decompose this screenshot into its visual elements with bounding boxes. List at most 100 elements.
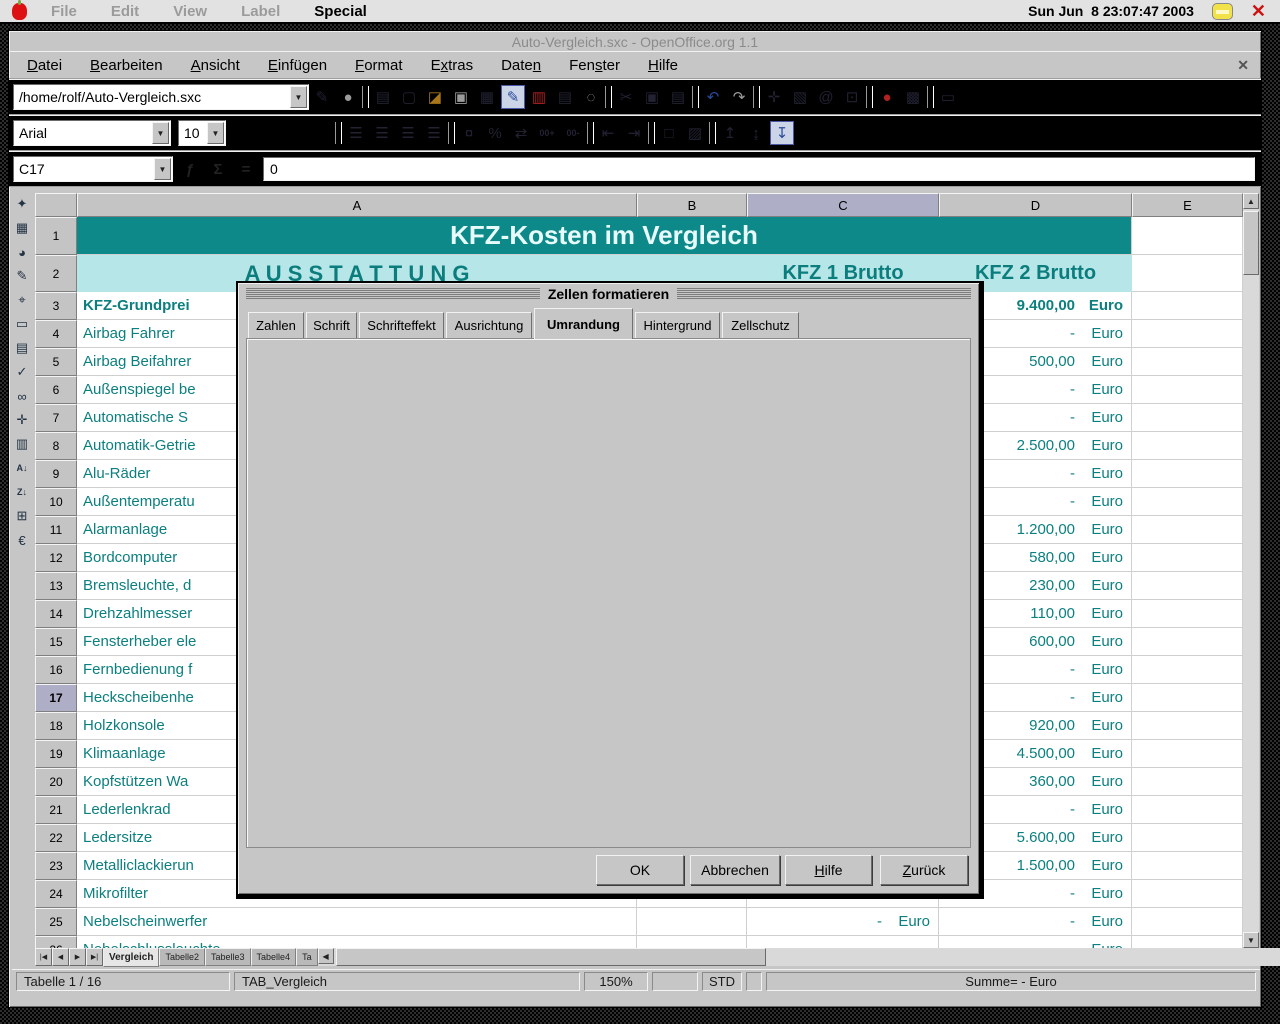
find-icon[interactable]: ∞	[11, 385, 33, 407]
dialog-tab[interactable]: Schrifteffekt	[359, 312, 444, 338]
formula-input[interactable]: 0	[263, 157, 1255, 181]
font-size-select[interactable]: 10 ▼	[178, 120, 226, 146]
autoformat-icon[interactable]: ▤	[11, 337, 33, 359]
align-bottom-icon[interactable]: ↧	[770, 121, 794, 145]
dialog-tab[interactable]: Ausrichtung	[446, 312, 532, 338]
redo-icon[interactable]: ↷	[727, 85, 751, 109]
align-right-icon[interactable]: ☰	[396, 121, 420, 145]
document-close-icon[interactable]: ✕	[1237, 57, 1249, 74]
draw-functions-icon[interactable]: ✎	[11, 265, 33, 287]
insert-cells-icon[interactable]: ▦	[11, 217, 33, 239]
row-header[interactable]: 26	[35, 936, 77, 948]
sheet-tab[interactable]: Tabelle4	[251, 948, 297, 966]
cancel-button[interactable]: Abbrechen	[690, 855, 780, 885]
navigator-icon[interactable]: ✛	[11, 409, 33, 431]
separator[interactable]	[648, 122, 655, 144]
sheet-tab[interactable]: Ta	[296, 948, 318, 966]
row-header[interactable]: 8	[35, 432, 77, 460]
column-header-d[interactable]: D	[939, 193, 1132, 217]
spellcheck-icon[interactable]: ✓	[11, 361, 33, 383]
first-sheet-icon[interactable]: |◀	[35, 948, 52, 966]
cell-e[interactable]	[1132, 320, 1243, 348]
cell-e[interactable]	[1132, 628, 1243, 656]
separator[interactable]	[605, 86, 612, 108]
increase-indent-icon[interactable]: ⇥	[622, 121, 646, 145]
column-header-c[interactable]: C	[747, 193, 939, 217]
mac-menu-item[interactable]: File	[51, 3, 77, 20]
sum-icon[interactable]: Σ	[205, 157, 231, 181]
standard-format-icon[interactable]: ⇄	[509, 121, 533, 145]
row-header[interactable]: 3	[35, 292, 77, 320]
edit-file-icon[interactable]: ✎	[310, 85, 334, 109]
separator[interactable]	[335, 122, 342, 144]
insert-image-icon[interactable]: ▩	[901, 85, 925, 109]
menu-item[interactable]: Hilfe	[648, 57, 678, 74]
cell-e[interactable]	[1132, 600, 1243, 628]
app-switcher-icon[interactable]	[1212, 3, 1233, 20]
next-sheet-icon[interactable]: ▶	[69, 948, 86, 966]
function-autopilot-icon[interactable]: ƒ	[177, 157, 203, 181]
row-header[interactable]: 9	[35, 460, 77, 488]
mac-menu-item[interactable]: Label	[241, 3, 280, 20]
scroll-up-icon[interactable]: ▲	[1243, 193, 1259, 209]
form-controls-icon[interactable]: ⌖	[11, 289, 33, 311]
page-preview-icon[interactable]: ◌	[579, 85, 603, 109]
column-header-b[interactable]: B	[637, 193, 747, 217]
cell-kfz2-value[interactable]: - Euro	[939, 936, 1132, 948]
menu-item[interactable]: Bearbeiten	[90, 57, 163, 74]
stop-loading-icon[interactable]: ●	[336, 85, 360, 109]
insert-object-icon[interactable]: ◕	[11, 241, 33, 263]
separator[interactable]	[709, 122, 716, 144]
scroll-down-icon[interactable]: ▼	[1243, 932, 1259, 948]
dialog-tab[interactable]: Zellschutz	[722, 312, 799, 338]
cell-e[interactable]	[1132, 768, 1243, 796]
sheet-tab[interactable]: Tabelle3	[205, 948, 251, 966]
datapilot-icon[interactable]: ▥	[11, 433, 33, 455]
navigator-icon[interactable]: ✛	[762, 85, 786, 109]
print-icon[interactable]: ▤	[553, 85, 577, 109]
sheet-title-cell[interactable]: KFZ-Kosten im Vergleich	[77, 217, 1132, 255]
mac-menu-item[interactable]: Special	[314, 3, 367, 20]
cell-e[interactable]	[1132, 404, 1243, 432]
cell-equipment[interactable]: Nebelscheinwerfer	[77, 908, 637, 936]
cell-e[interactable]	[1132, 217, 1243, 255]
cell-e[interactable]	[1132, 255, 1243, 292]
row-header[interactable]: 22	[35, 824, 77, 852]
row-header[interactable]: 16	[35, 656, 77, 684]
font-color-icon[interactable]: A	[310, 121, 334, 145]
row-header[interactable]: 7	[35, 404, 77, 432]
menu-item[interactable]: Daten	[501, 57, 541, 74]
align-center-icon[interactable]: ☰	[370, 121, 394, 145]
cut-icon[interactable]: ✂	[614, 85, 638, 109]
copy-icon[interactable]: ▣	[640, 85, 664, 109]
vscroll-thumb[interactable]	[1243, 211, 1259, 275]
size-dropdown-icon[interactable]: ▼	[207, 122, 224, 144]
cell-e[interactable]	[1132, 376, 1243, 404]
dialog-tab[interactable]: Zahlen	[248, 312, 304, 338]
cell-reference-box[interactable]: C17 ▼	[13, 156, 173, 182]
row-header[interactable]: 2	[35, 255, 77, 292]
separator[interactable]	[362, 86, 369, 108]
row-header[interactable]: 20	[35, 768, 77, 796]
prev-sheet-icon[interactable]: ◀	[52, 948, 69, 966]
row-header[interactable]: 24	[35, 880, 77, 908]
separator[interactable]	[866, 86, 873, 108]
group-icon[interactable]: ⊞	[11, 505, 33, 527]
separator[interactable]	[448, 122, 455, 144]
formula-icon[interactable]: =	[233, 157, 259, 181]
cell-e[interactable]	[1132, 684, 1243, 712]
row-header[interactable]: 23	[35, 852, 77, 880]
edit-mode-icon[interactable]: ✎	[501, 85, 525, 109]
sort-ascending-icon[interactable]: A↓	[11, 457, 33, 479]
row-header[interactable]: 21	[35, 796, 77, 824]
underline-icon[interactable]: U	[285, 121, 309, 145]
status-mode[interactable]: STD	[702, 972, 742, 991]
apple-menu-icon[interactable]	[12, 3, 27, 20]
row-header[interactable]: 4	[35, 320, 77, 348]
cell-e[interactable]	[1132, 796, 1243, 824]
mac-menu-item[interactable]: View	[173, 3, 207, 20]
row-header[interactable]: 15	[35, 628, 77, 656]
decrease-indent-icon[interactable]: ⇤	[596, 121, 620, 145]
row-header[interactable]: 17	[35, 684, 77, 712]
add-decimal-icon[interactable]: 00+	[535, 121, 559, 145]
